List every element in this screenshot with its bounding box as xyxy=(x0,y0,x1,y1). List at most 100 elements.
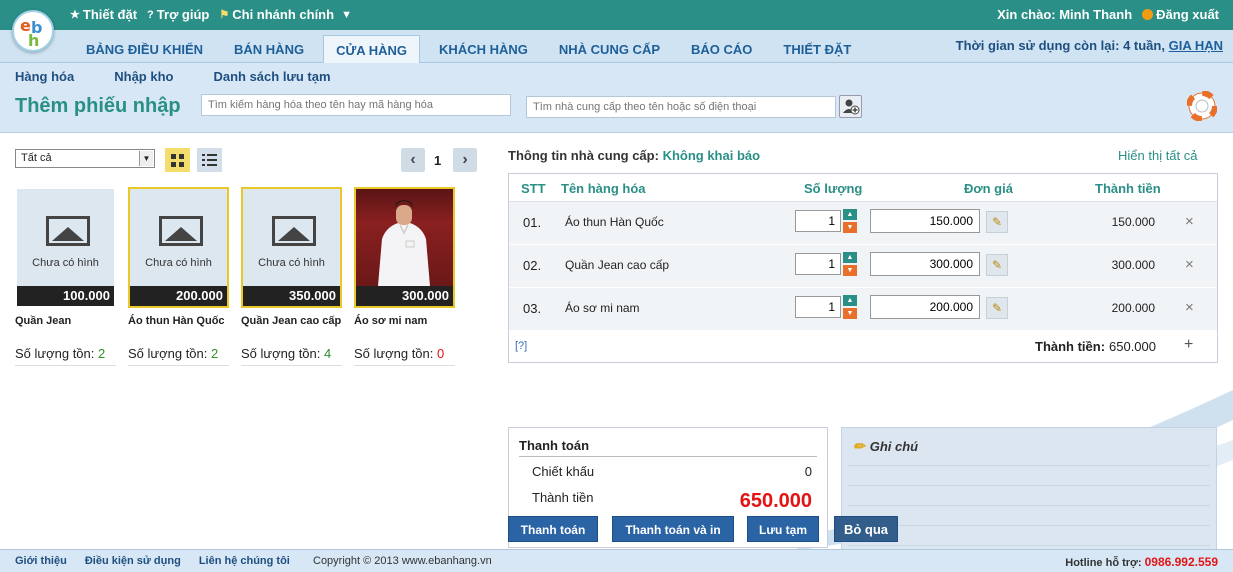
footer-about-link[interactable]: Giới thiệu xyxy=(15,555,67,567)
dropdown-arrow-icon: ▼ xyxy=(139,151,153,166)
sublink-products[interactable]: Hàng hóa xyxy=(15,69,74,84)
product-card[interactable]: Chưa có hình 200.000 Áo thun Hàn Quốc Số… xyxy=(128,187,229,366)
add-supplier-button[interactable] xyxy=(839,95,862,118)
product-card[interactable]: Chưa có hình 100.000 Quần Jean Số lượng … xyxy=(15,187,116,366)
chevron-down-icon: ▼ xyxy=(341,8,352,21)
page-number: 1 xyxy=(434,153,442,168)
unit-price-input[interactable] xyxy=(870,209,980,233)
edit-pencil-icon[interactable]: ✎ xyxy=(986,211,1008,233)
product-card[interactable]: Chưa có hình 350.000 Quần Jean cao cấp S… xyxy=(241,187,342,366)
chevron-right-icon: › xyxy=(462,151,468,168)
tab-dashboard[interactable]: BẢNG ĐIỀU KHIỂN xyxy=(74,35,215,63)
image-placeholder: Chưa có hình xyxy=(243,189,340,286)
list-icon xyxy=(202,154,217,166)
table-row: 02. Quần Jean cao cấp ▲ ▼ ✎ 300.000 × xyxy=(509,245,1217,288)
edit-pencil-icon[interactable]: ✎ xyxy=(986,297,1008,319)
add-user-icon xyxy=(843,99,860,115)
col-qty: Số lượng xyxy=(804,181,863,196)
increase-button[interactable]: ▲ xyxy=(843,252,857,263)
product-card[interactable]: 300.000 Áo sơ mi nam Số lượng tồn: 0 xyxy=(354,187,455,366)
footer-contact-link[interactable]: Liên hệ chúng tôi xyxy=(199,555,290,567)
import-items-table: STT Tên hàng hóa Số lượng Đơn giá Thành … xyxy=(508,173,1218,363)
next-page-button[interactable]: › xyxy=(453,148,477,172)
decrease-button[interactable]: ▼ xyxy=(843,265,857,276)
hotline: Hotline hỗ trợ: 0986.992.559 xyxy=(1065,555,1218,569)
pencil-icon: ✏ xyxy=(853,438,865,454)
extend-link[interactable]: GIA HẠN xyxy=(1169,38,1223,53)
pay-and-print-button[interactable]: Thanh toán và in xyxy=(612,516,734,542)
col-price: Đơn giá xyxy=(964,181,1013,196)
footer-terms-link[interactable]: Điều kiện sử dụng xyxy=(85,555,181,567)
tab-suppliers[interactable]: NHÀ CUNG CẤP xyxy=(547,35,672,63)
grid-icon xyxy=(171,153,184,167)
edit-pencil-icon[interactable]: ✎ xyxy=(986,254,1008,276)
increase-button[interactable]: ▲ xyxy=(843,209,857,220)
support-lifebuoy-icon[interactable] xyxy=(1187,91,1217,121)
remove-icon[interactable]: × xyxy=(1185,299,1194,316)
logout-link[interactable]: Đăng xuất xyxy=(1142,7,1219,22)
prev-page-button[interactable]: ‹ xyxy=(401,148,425,172)
supplier-search-input[interactable] xyxy=(526,96,836,118)
footer: Giới thiệu Điều kiện sử dụng Liên hệ chú… xyxy=(0,549,1233,572)
quantity-input[interactable] xyxy=(795,296,841,318)
branch-dropdown[interactable]: ⚑ Chi nhánh chính ▼ xyxy=(219,7,352,22)
skip-button[interactable]: Bỏ qua xyxy=(834,516,898,542)
image-icon xyxy=(46,216,90,246)
sublink-stock-in[interactable]: Nhập kho xyxy=(114,69,173,84)
power-icon xyxy=(1142,9,1154,20)
save-draft-button[interactable]: Lưu tạm xyxy=(747,516,819,542)
remove-icon[interactable]: × xyxy=(1185,213,1194,230)
unit-price-input[interactable] xyxy=(870,295,980,319)
product-price: 100.000 xyxy=(17,286,114,306)
tab-sales[interactable]: BÁN HÀNG xyxy=(222,35,316,63)
quantity-input[interactable] xyxy=(795,210,841,232)
ebanhang-logo[interactable]: ebh xyxy=(12,10,54,52)
total-label: Thành tiền xyxy=(532,490,594,505)
table-footer: [?] Thành tiền: 650.000 + xyxy=(509,331,1217,362)
help-link[interactable]: [?] xyxy=(515,340,527,352)
tab-customers[interactable]: KHÁCH HÀNG xyxy=(427,35,540,63)
tab-settings[interactable]: THIẾT ĐẶT xyxy=(771,35,863,63)
col-name: Tên hàng hóa xyxy=(561,181,646,196)
discount-value[interactable]: 0 xyxy=(805,464,812,479)
grid-view-button[interactable] xyxy=(165,148,190,172)
help-link[interactable]: ? Trợ giúp xyxy=(147,7,209,22)
product-stock: Số lượng tồn: 4 xyxy=(241,346,342,366)
product-search-input[interactable] xyxy=(201,94,511,116)
tab-reports[interactable]: BÁO CÁO xyxy=(679,35,764,63)
subscription-info: Thời gian sử dụng còn lại: 4 tuần, GIA H… xyxy=(955,38,1223,53)
image-placeholder: Chưa có hình xyxy=(130,189,227,286)
tab-store[interactable]: CỬA HÀNG xyxy=(323,35,421,63)
add-row-icon[interactable]: + xyxy=(1184,336,1193,354)
product-name: Quần Jean xyxy=(15,315,72,327)
image-icon xyxy=(272,216,316,246)
supplier-value: Không khai báo xyxy=(662,148,761,163)
list-view-button[interactable] xyxy=(197,148,222,172)
chevron-left-icon: ‹ xyxy=(410,151,416,168)
sum-value: 650.000 xyxy=(1109,339,1156,354)
product-price: 300.000 xyxy=(356,286,453,306)
product-price: 350.000 xyxy=(243,286,340,306)
decrease-button[interactable]: ▼ xyxy=(843,308,857,319)
unit-price-input[interactable] xyxy=(870,252,980,276)
sum-label: Thành tiền: xyxy=(1035,339,1106,354)
product-name: Áo thun Hàn Quốc xyxy=(128,315,225,327)
product-photo xyxy=(356,189,453,286)
supplier-info: Thông tin nhà cung cấp: Không khai báo xyxy=(508,148,761,163)
category-filter-select[interactable]: Tất cả ▼ xyxy=(15,149,155,168)
payment-title: Thanh toán xyxy=(519,438,817,457)
show-all-link[interactable]: Hiển thị tất cả xyxy=(1118,148,1198,163)
quantity-input[interactable] xyxy=(795,253,841,275)
flag-icon: ⚑ xyxy=(219,9,230,21)
increase-button[interactable]: ▲ xyxy=(843,295,857,306)
image-icon xyxy=(159,216,203,246)
note-title: ✏ Ghi chú xyxy=(853,438,919,454)
total-amount: 650.000 xyxy=(739,490,812,512)
settings-link[interactable]: ★ Thiết đặt xyxy=(70,7,137,22)
sublink-drafts[interactable]: Danh sách lưu tạm xyxy=(213,69,330,84)
page-title: Thêm phiếu nhập xyxy=(15,95,181,117)
remove-icon[interactable]: × xyxy=(1185,256,1194,273)
product-price: 200.000 xyxy=(130,286,227,306)
decrease-button[interactable]: ▼ xyxy=(843,222,857,233)
pay-button[interactable]: Thanh toán xyxy=(508,516,598,542)
